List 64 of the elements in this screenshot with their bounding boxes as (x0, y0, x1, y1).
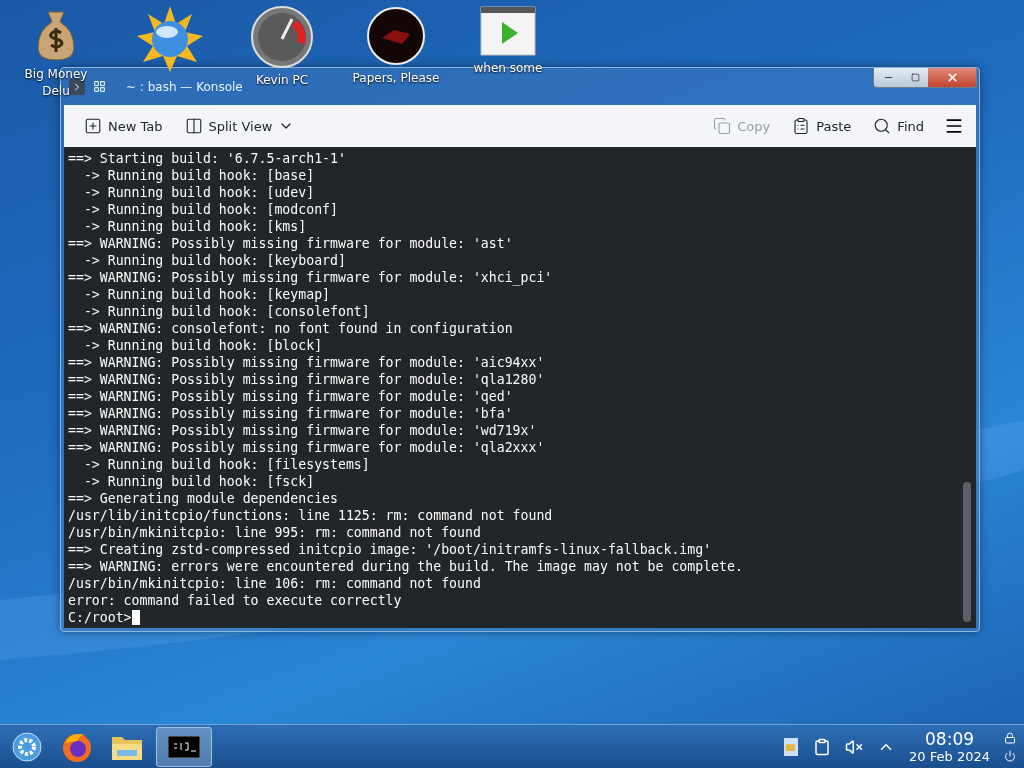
split-view-icon (184, 117, 203, 135)
terminal-prompt: C:/root> (68, 610, 132, 625)
taskbar-app[interactable] (156, 726, 212, 767)
terminal-line: -> Running build hook: [consolefont] (82, 303, 371, 320)
terminal-line: ==> WARNING: Possibly missing firmware for module: 'ast' (68, 235, 514, 252)
toolbar-button[interactable]: Split View (182, 113, 297, 139)
new-tab-icon (84, 117, 102, 135)
gauge-icon (251, 6, 313, 68)
copy-icon (713, 117, 732, 135)
toolbar-button[interactable]: Find (871, 113, 926, 139)
terminal-line: ==> Creating zstd-compressed initcpio image: '/boot/initramfs-linux-fallback.img' (68, 541, 713, 558)
terminal-line: -> Running build hook: [fsck] (82, 473, 316, 490)
terminal-line: -> Running build hook: [udev] (82, 184, 316, 201)
close-button[interactable] (928, 68, 976, 87)
terminal-line: error: command failed to execute correctly (68, 592, 403, 609)
desktop-icon-label[interactable]: when some (458, 60, 558, 77)
terminal-line: ==> WARNING: Possibly missing firmware for module: 'aic94xx' (68, 354, 546, 371)
terminal-line: -> Running build hook: [modconf] (82, 201, 339, 218)
close-icon (945, 71, 959, 84)
terminal-line: -> Running build hook: [keymap] (82, 286, 331, 303)
terminal[interactable] (64, 147, 976, 628)
window-title: ~ : bash — Konsole (126, 79, 243, 94)
video-window-icon (480, 6, 536, 56)
terminal-line: ==> WARNING: Possibly missing firmware for module: 'bfa' (68, 405, 514, 422)
terminal-line: ==> WARNING: errors were encountered during the build. The image may not be complete. (68, 558, 744, 575)
volume-muted-icon[interactable] (845, 737, 864, 756)
clock-date[interactable]: 20 Feb 2024 (909, 748, 990, 764)
terminal-line: -> Running build hook: [base] (82, 167, 316, 184)
text-cursor (131, 610, 140, 625)
maximize-button[interactable] (902, 68, 928, 87)
terminal-line: /usr/lib/initcpio/functions: line 1125: rm: command not found (68, 507, 554, 524)
scrollbar-thumb[interactable] (963, 482, 971, 622)
maximize-icon (910, 73, 920, 82)
clipboard-icon (792, 117, 811, 135)
terminal-line: ==> WARNING: Possibly missing firmware for module: 'wd719x' (68, 422, 538, 439)
terminal-line: ==> Generating module dependencies (68, 490, 339, 507)
terminal-line: ==> WARNING: Possibly missing firmware for module: 'qla2xxx' (68, 439, 546, 456)
search-icon (873, 117, 892, 135)
terminal-line: ==> WARNING: Possibly missing firmware for module: 'qla1280' (68, 371, 546, 388)
dark-badge-icon (366, 6, 426, 66)
grid-icon[interactable] (93, 80, 106, 93)
toolbar-button[interactable]: New Tab (82, 113, 165, 139)
terminal-line: ==> WARNING: Possibly missing firmware for module: 'xhci_pci' (68, 269, 554, 286)
terminal-line: /usr/bin/mkinitcpio: line 106: rm: command not found (68, 575, 482, 592)
clock-time[interactable]: 08:09 (925, 729, 975, 749)
power-icon[interactable] (1004, 749, 1016, 762)
toolbar-button[interactable]: Paste (790, 113, 854, 139)
desktop-icon-label[interactable]: Papers, Please (346, 70, 446, 87)
terminal-line: ==> WARNING: Possibly missing firmware for module: 'qed' (68, 388, 514, 405)
terminal-line: -> Running build hook: [filesystems] (82, 456, 371, 473)
terminal-line: ==> WARNING: consolefont: no font found in configuration (68, 320, 514, 337)
clipboard-icon[interactable] (813, 737, 832, 756)
terminal-line: -> Running build hook: [kms] (82, 218, 308, 235)
settings-icon (12, 731, 42, 762)
terminal-line: -> Running build hook: [block] (82, 337, 324, 354)
sun-globe-icon (137, 6, 203, 72)
terminal-line: /usr/bin/mkinitcpio: line 995: rm: command not found (68, 524, 482, 541)
lock-icon[interactable] (1004, 731, 1016, 744)
document-icon[interactable] (783, 736, 800, 757)
desktop-icon-label[interactable]: Big Money Delu (19, 66, 93, 100)
terminal-icon (168, 735, 200, 758)
terminal-line: ==> Starting build: '6.7.5-arch1-1' (68, 150, 347, 167)
menu-icon[interactable] (944, 116, 964, 136)
terminal-line: -> Running build hook: [keyboard] (82, 252, 347, 269)
